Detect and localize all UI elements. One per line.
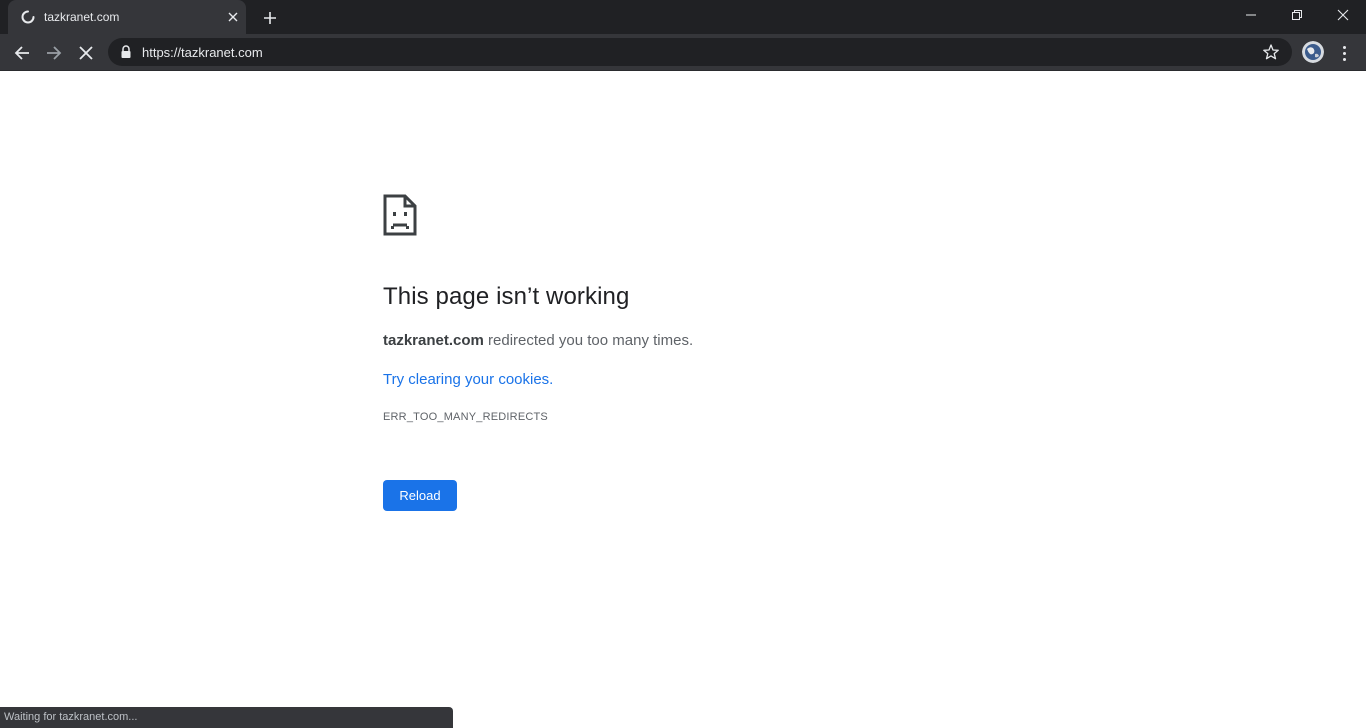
status-bubble: Waiting for tazkranet.com... — [0, 707, 453, 728]
restore-icon[interactable] — [1274, 0, 1320, 30]
menu-dots-icon[interactable] — [1334, 41, 1354, 65]
back-arrow-icon[interactable] — [8, 39, 36, 67]
close-icon[interactable] — [224, 8, 242, 26]
clear-cookies-link[interactable]: Try clearing your cookies. — [383, 371, 553, 388]
status-text: Waiting for tazkranet.com... — [4, 711, 138, 723]
error-code: ERR_TOO_MANY_REDIRECTS — [383, 411, 548, 423]
window-close-icon[interactable] — [1320, 0, 1366, 30]
plus-icon[interactable] — [258, 6, 282, 30]
error-message: redirected you too many times. — [483, 332, 694, 349]
star-icon[interactable] — [1262, 43, 1280, 61]
forward-arrow-icon[interactable] — [40, 39, 68, 67]
address-bar[interactable]: https://tazkranet.com — [108, 38, 1292, 66]
error-page: This page isn’t working tazkranet.com re… — [0, 72, 1366, 728]
reload-button[interactable]: Reload — [383, 480, 457, 511]
error-title: This page isn’t working — [383, 283, 630, 310]
tab-title: tazkranet.com — [44, 10, 120, 24]
stop-icon[interactable] — [72, 39, 100, 67]
loading-spinner-icon — [21, 10, 35, 24]
error-domain: tazkranet.com — [383, 332, 484, 349]
lock-icon[interactable] — [120, 45, 132, 59]
url-text[interactable]: https://tazkranet.com — [142, 45, 263, 60]
active-tab[interactable]: tazkranet.com — [8, 0, 246, 34]
profile-avatar-icon[interactable] — [1302, 41, 1324, 63]
tab-strip: tazkranet.com — [0, 0, 1366, 34]
toolbar: https://tazkranet.com — [0, 34, 1366, 71]
sad-page-icon — [383, 194, 417, 236]
minimize-icon[interactable] — [1228, 0, 1274, 30]
browser-window: tazkranet.com https://tazkranet.com This… — [0, 0, 1366, 728]
error-description: tazkranet.com redirected you too many ti… — [383, 332, 693, 349]
